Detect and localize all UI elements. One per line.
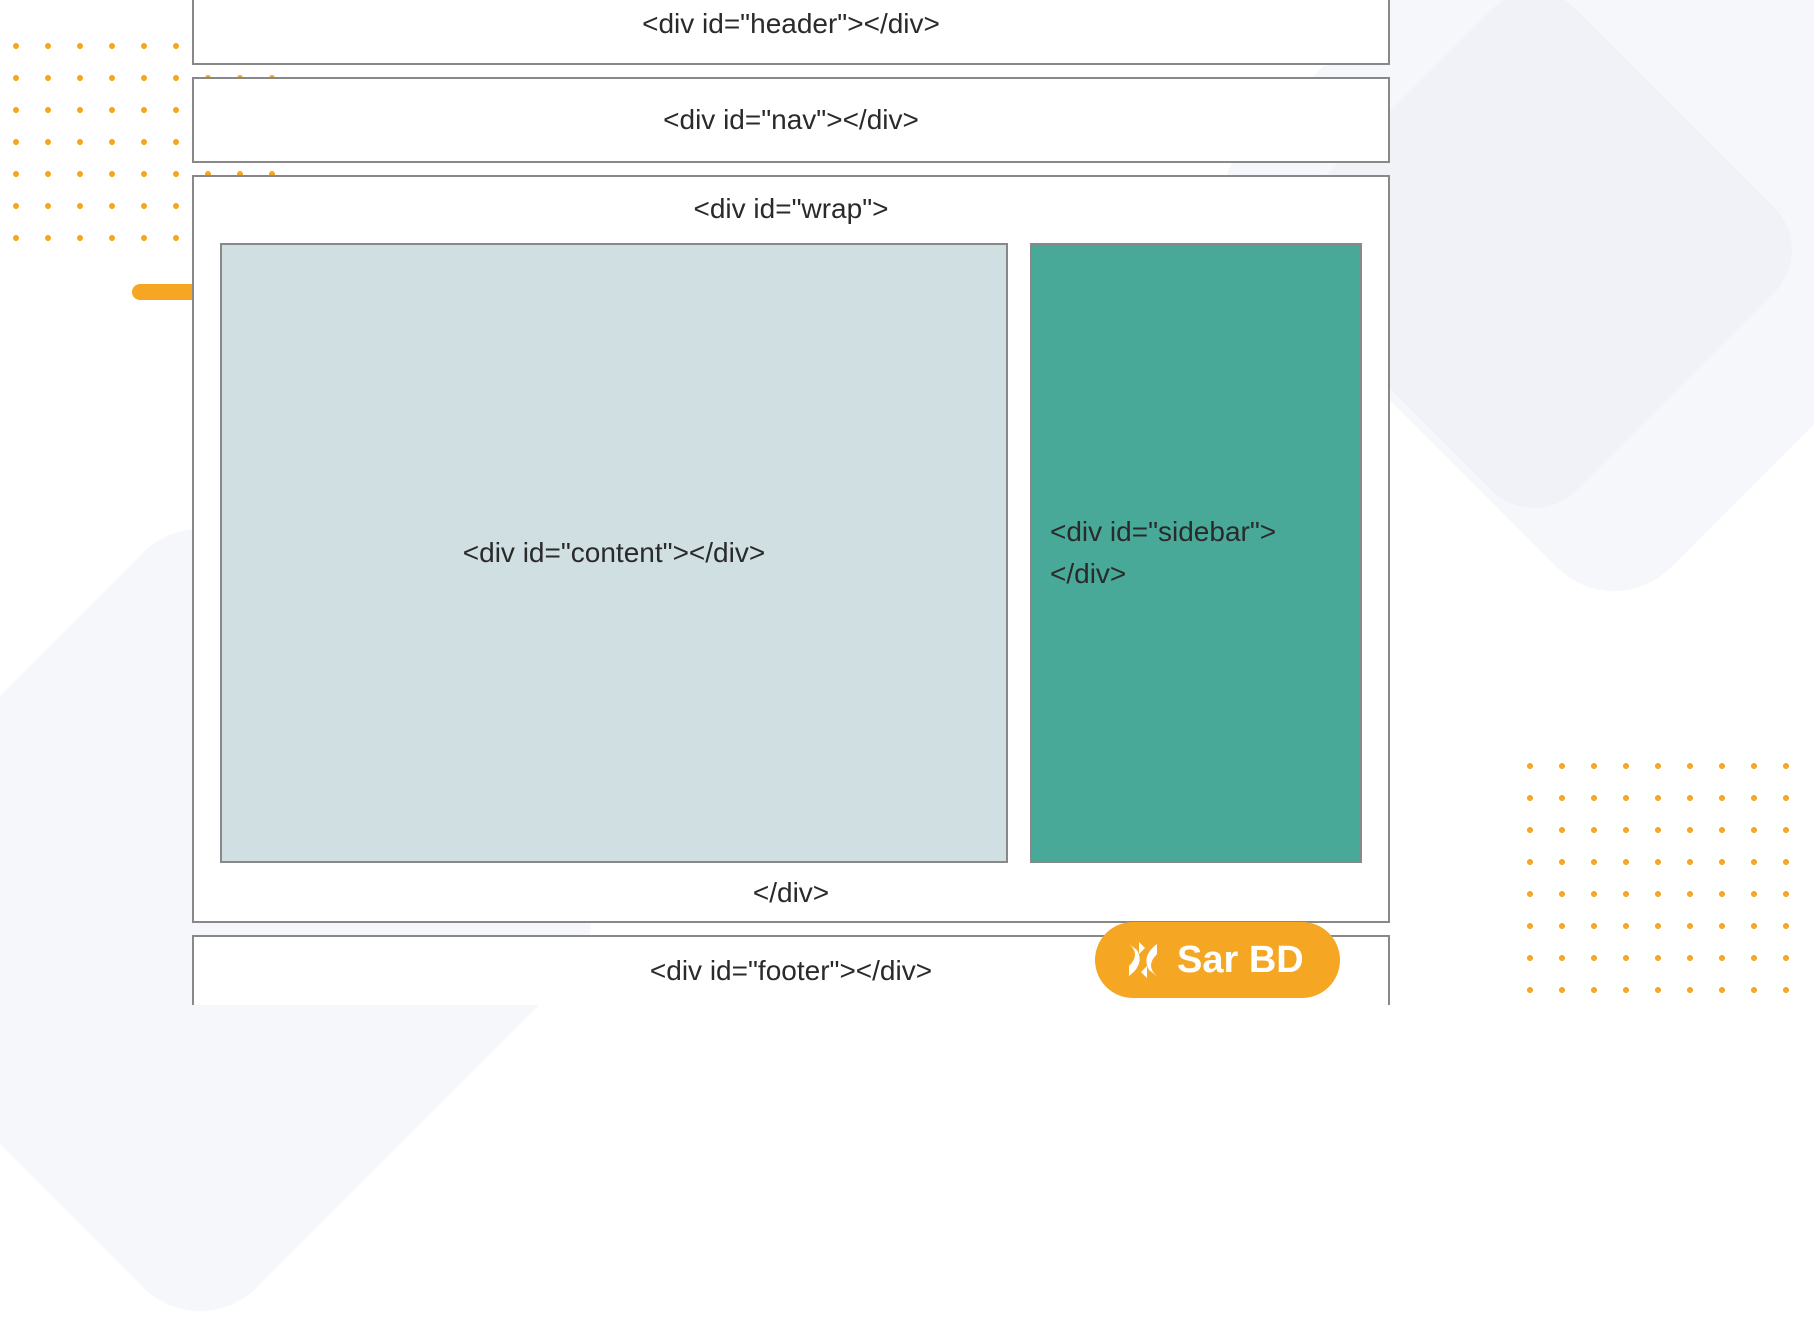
layout-diagram: <div id="header"></div> <div id="nav"></… xyxy=(192,0,1390,1005)
sidebar-label: <div id="sidebar"> </div> xyxy=(1050,511,1276,595)
wrap-box: <div id="wrap"> <div id="content"></div>… xyxy=(192,175,1390,923)
brand-text: Sar BD xyxy=(1177,939,1304,982)
brand-logo-icon xyxy=(1119,936,1167,984)
sidebar-box: <div id="sidebar"> </div> xyxy=(1030,243,1362,863)
footer-label: <div id="footer"></div> xyxy=(650,955,932,987)
header-label: <div id="header"></div> xyxy=(642,8,940,40)
header-box: <div id="header"></div> xyxy=(192,0,1390,65)
brand-badge: Sar BD xyxy=(1095,922,1340,998)
wrap-close-label: </div> xyxy=(220,877,1362,909)
content-box: <div id="content"></div> xyxy=(220,243,1008,863)
dot-pattern-bottom-right xyxy=(1514,750,1794,1000)
nav-box: <div id="nav"></div> xyxy=(192,77,1390,163)
nav-label: <div id="nav"></div> xyxy=(663,104,919,136)
wrap-inner-container: <div id="content"></div> <div id="sideba… xyxy=(220,243,1362,863)
wrap-open-label: <div id="wrap"> xyxy=(220,193,1362,225)
content-label: <div id="content"></div> xyxy=(463,537,765,569)
